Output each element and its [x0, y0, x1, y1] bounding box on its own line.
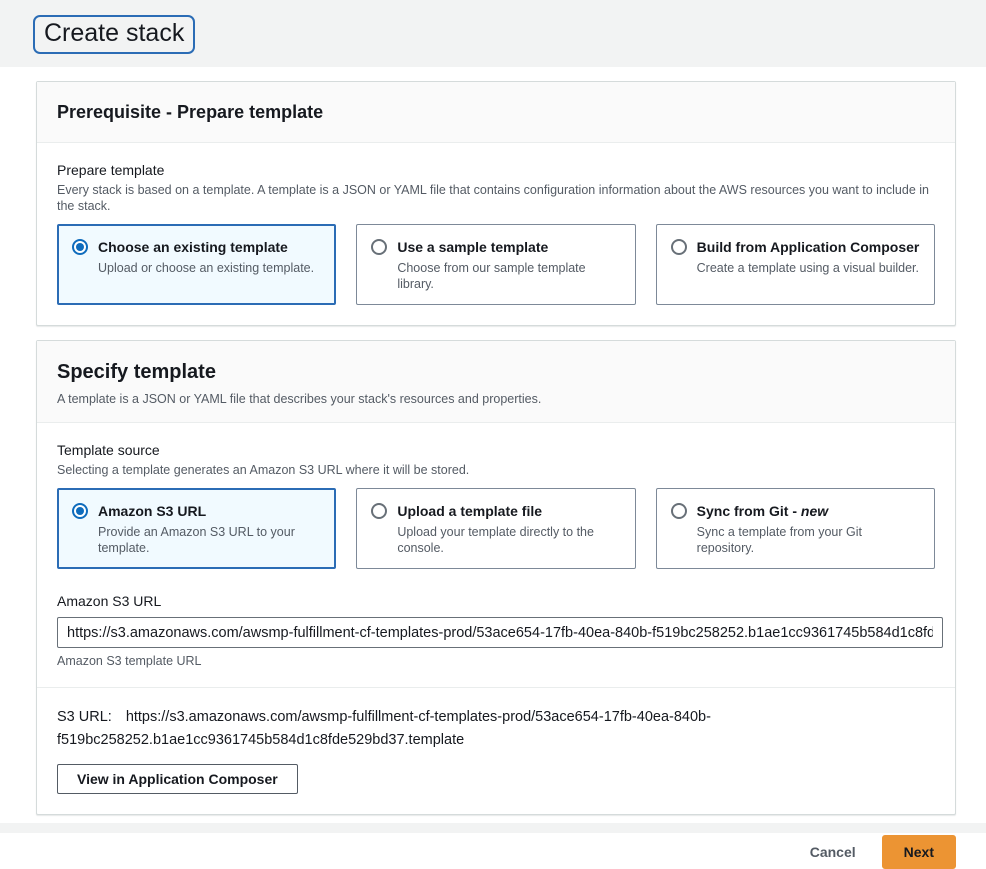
prerequisite-section: Prerequisite - Prepare template Prepare … — [36, 81, 956, 326]
tile-title: Sync from Git - new — [697, 501, 920, 521]
tile-upload-template-file[interactable]: Upload a template file Upload your templ… — [356, 488, 635, 569]
amazon-s3-url-helper: Amazon S3 template URL — [57, 653, 935, 669]
tile-title: Use a sample template — [397, 237, 620, 257]
template-source-description: Selecting a template generates an Amazon… — [57, 462, 935, 478]
template-source-label: Template source — [57, 440, 935, 460]
tile-choose-existing-template[interactable]: Choose an existing template Upload or ch… — [57, 224, 336, 305]
specify-template-section: Specify template A template is a JSON or… — [36, 340, 956, 815]
radio-unselected-icon[interactable] — [371, 239, 387, 255]
tile-title: Build from Application Composer — [697, 237, 920, 257]
tile-title: Upload a template file — [397, 501, 620, 521]
view-in-application-composer-button[interactable]: View in Application Composer — [57, 764, 298, 794]
prepare-template-description: Every stack is based on a template. A te… — [57, 182, 935, 214]
next-button[interactable]: Next — [882, 835, 956, 869]
tile-title: Amazon S3 URL — [98, 501, 321, 521]
section-divider — [37, 687, 955, 688]
page-title: Create stack — [33, 15, 195, 54]
radio-unselected-icon[interactable] — [671, 239, 687, 255]
prerequisite-section-header: Prerequisite - Prepare template — [37, 82, 955, 143]
tile-description: Upload your template directly to the con… — [397, 524, 620, 556]
tile-description: Sync a template from your Git repository… — [697, 524, 920, 556]
tile-use-sample-template[interactable]: Use a sample template Choose from our sa… — [356, 224, 635, 305]
cancel-button[interactable]: Cancel — [810, 844, 856, 860]
tile-sync-from-git[interactable]: Sync from Git - new Sync a template from… — [656, 488, 935, 569]
radio-selected-icon[interactable] — [72, 503, 88, 519]
radio-unselected-icon[interactable] — [371, 503, 387, 519]
specify-template-description: A template is a JSON or YAML file that d… — [57, 391, 935, 407]
specify-template-heading: Specify template — [57, 359, 935, 385]
prerequisite-heading: Prerequisite - Prepare template — [57, 100, 935, 124]
tile-title: Choose an existing template — [98, 237, 314, 257]
s3-url-display: S3 URL:https://s3.amazonaws.com/awsmp-fu… — [57, 706, 749, 752]
tile-description: Create a template using a visual builder… — [697, 260, 920, 276]
prepare-template-options: Choose an existing template Upload or ch… — [57, 224, 935, 305]
amazon-s3-url-input[interactable] — [57, 617, 943, 648]
prepare-template-label: Prepare template — [57, 160, 935, 180]
tile-description: Choose from our sample template library. — [397, 260, 620, 292]
bottom-strip — [0, 823, 986, 833]
s3-url-display-value: https://s3.amazonaws.com/awsmp-fulfillme… — [57, 709, 711, 748]
tile-description: Upload or choose an existing template. — [98, 260, 314, 276]
new-badge-text: new — [801, 503, 828, 519]
tile-build-from-application-composer[interactable]: Build from Application Composer Create a… — [656, 224, 935, 305]
page-header: Create stack — [0, 0, 986, 67]
specify-template-header: Specify template A template is a JSON or… — [37, 341, 955, 423]
radio-selected-icon[interactable] — [72, 239, 88, 255]
tile-description: Provide an Amazon S3 URL to your templat… — [98, 524, 321, 556]
amazon-s3-url-label: Amazon S3 URL — [57, 591, 935, 611]
s3-url-display-label: S3 URL: — [57, 709, 112, 725]
tile-amazon-s3-url[interactable]: Amazon S3 URL Provide an Amazon S3 URL t… — [57, 488, 336, 569]
template-source-options: Amazon S3 URL Provide an Amazon S3 URL t… — [57, 488, 935, 569]
radio-unselected-icon[interactable] — [671, 503, 687, 519]
